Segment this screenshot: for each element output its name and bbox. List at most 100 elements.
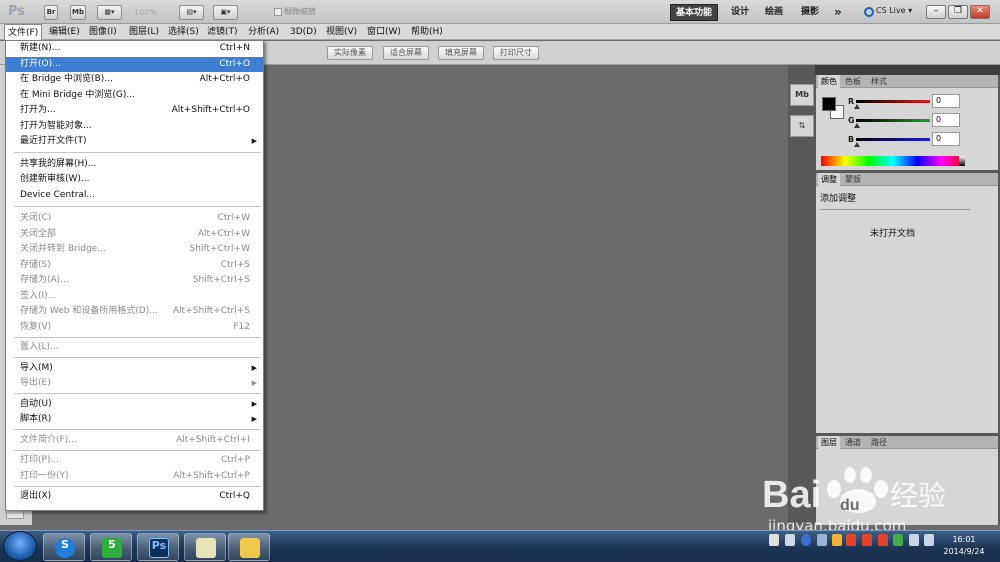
menu-image[interactable]: 图像(I) bbox=[86, 24, 120, 40]
tray-security-icon[interactable] bbox=[893, 534, 903, 546]
file-menu-item[interactable]: 退出(X) Ctrl+Q bbox=[6, 489, 263, 504]
file-menu-item[interactable]: 共享我的屏幕(H)... bbox=[6, 157, 263, 172]
menu-window[interactable]: 窗口(W) bbox=[364, 24, 404, 40]
file-menu-item: 打印(P)... Ctrl+P bbox=[6, 453, 263, 468]
red-value-field[interactable]: 0 bbox=[932, 94, 960, 108]
blue-slider[interactable] bbox=[856, 138, 930, 141]
menu-separator bbox=[14, 449, 261, 451]
tab-adjustments[interactable]: 调整 bbox=[818, 173, 840, 186]
fill-screen-button[interactable]: 填充屏幕 bbox=[438, 46, 484, 60]
foreground-color-swatch[interactable] bbox=[822, 97, 836, 111]
blue-slider-thumb[interactable] bbox=[854, 142, 860, 147]
file-menu-item[interactable]: 新建(N)... Ctrl+N bbox=[6, 41, 263, 56]
red-slider-thumb[interactable] bbox=[854, 104, 860, 109]
tray-network-icon[interactable] bbox=[909, 534, 919, 546]
tray-qq-icon-1[interactable] bbox=[846, 534, 856, 546]
tab-channels[interactable]: 通道 bbox=[842, 436, 864, 449]
scrubby-zoom-checkbox[interactable] bbox=[274, 8, 282, 16]
workspace-photography[interactable]: 摄影 bbox=[796, 4, 824, 21]
green-slider[interactable] bbox=[856, 119, 930, 122]
menu-item-shortcut: Alt+Shift+Ctrl+O bbox=[171, 105, 250, 115]
taskbar-photoshop[interactable]: Ps bbox=[137, 533, 179, 561]
launch-bridge-button[interactable]: Br bbox=[44, 5, 58, 20]
tab-color[interactable]: 颜色 bbox=[818, 75, 840, 88]
blue-value-field[interactable]: 0 bbox=[932, 132, 960, 146]
menu-filter[interactable]: 滤镜(T) bbox=[204, 24, 241, 40]
tray-qq-icon-3[interactable] bbox=[878, 534, 888, 546]
launch-mini-bridge-button[interactable]: Mb bbox=[70, 5, 86, 20]
menu-help[interactable]: 帮助(H) bbox=[408, 24, 446, 40]
tab-paths[interactable]: 路径 bbox=[868, 436, 890, 449]
grayscale-ramp[interactable] bbox=[959, 156, 965, 166]
taskbar-explorer[interactable] bbox=[228, 533, 270, 561]
taskbar-green-app[interactable]: 5 bbox=[90, 533, 132, 561]
tray-keyboard-icon[interactable] bbox=[785, 534, 795, 546]
actual-pixels-button[interactable]: 实际像素 bbox=[327, 46, 373, 60]
tab-layers[interactable]: 图层 bbox=[818, 436, 840, 449]
start-button[interactable] bbox=[3, 531, 37, 561]
menu-file[interactable]: 文件(F) bbox=[4, 24, 43, 40]
minimize-button[interactable]: – bbox=[926, 5, 946, 19]
menu-analysis[interactable]: 分析(A) bbox=[245, 24, 282, 40]
more-workspaces-button[interactable]: » bbox=[829, 4, 847, 21]
cs-live-button[interactable]: CS Live ▾ bbox=[876, 6, 912, 15]
view-extras-button[interactable]: ▦▾ bbox=[97, 5, 122, 20]
menu-item-label: 退出(X) bbox=[20, 491, 52, 501]
menu-separator bbox=[14, 429, 261, 430]
clock-date: 2014/9/24 bbox=[943, 547, 985, 556]
file-menu-item[interactable]: 打开(O)... Ctrl+O bbox=[6, 56, 263, 72]
file-menu-item: 签入(I)... bbox=[6, 289, 263, 304]
file-menu-item[interactable]: Device Central... bbox=[6, 188, 263, 203]
file-menu-item[interactable]: 在 Bridge 中浏览(B)... Alt+Ctrl+O bbox=[6, 72, 263, 87]
color-spectrum-bar[interactable] bbox=[821, 156, 965, 166]
svg-text:Bai: Bai bbox=[762, 474, 821, 516]
fit-screen-button[interactable]: 适合屏幕 bbox=[383, 46, 429, 60]
file-menu-item[interactable]: 最近打开文件(T) ▶ bbox=[6, 134, 263, 149]
file-menu-item[interactable]: 创建新审核(W)... bbox=[6, 172, 263, 187]
menu-item-shortcut: Ctrl+P bbox=[221, 455, 250, 465]
menu-layer[interactable]: 图层(L) bbox=[126, 24, 162, 40]
tray-show-hidden-icon[interactable] bbox=[832, 534, 842, 546]
file-menu-item[interactable]: 自动(U) ▶ bbox=[6, 397, 263, 412]
tab-masks[interactable]: 蒙版 bbox=[842, 173, 864, 186]
tray-help-icon[interactable] bbox=[801, 534, 811, 546]
file-menu-item[interactable]: 导入(M) ▶ bbox=[6, 361, 263, 376]
file-menu-item[interactable]: 在 Mini Bridge 中浏览(G)... bbox=[6, 88, 263, 103]
tray-notepad-icon[interactable] bbox=[769, 534, 779, 546]
tab-styles[interactable]: 样式 bbox=[868, 75, 890, 88]
menu-item-shortcut: Alt+Shift+Ctrl+S bbox=[173, 306, 250, 316]
menu-item-label: 自动(U) bbox=[20, 398, 52, 409]
zoom-level[interactable]: 100% bbox=[134, 8, 157, 17]
menu-item-shortcut: Alt+Shift+Ctrl+P bbox=[173, 470, 250, 481]
menu-item-label: 关闭(C) bbox=[20, 213, 52, 223]
file-menu-item[interactable]: 打开为智能对象... bbox=[6, 119, 263, 134]
tray-settings-icon[interactable] bbox=[817, 534, 827, 546]
menu-select[interactable]: 选择(S) bbox=[165, 24, 202, 40]
menu-edit[interactable]: 编辑(E) bbox=[46, 24, 83, 40]
taskbar-clock[interactable]: 16:01 2014/9/24 bbox=[938, 534, 990, 558]
taskbar-image-viewer[interactable] bbox=[184, 533, 226, 561]
green-value-field[interactable]: 0 bbox=[932, 113, 960, 127]
green-slider-thumb[interactable] bbox=[854, 123, 860, 128]
taskbar-sogou[interactable]: S bbox=[43, 533, 85, 561]
menu-item-label: 导入(M) bbox=[20, 362, 53, 373]
workspace-design[interactable]: 设计 bbox=[726, 4, 754, 21]
workspace-essentials[interactable]: 基本功能 bbox=[670, 4, 719, 21]
menu-3d[interactable]: 3D(D) bbox=[287, 24, 320, 40]
tray-volume-icon[interactable] bbox=[924, 534, 934, 546]
menu-item-label: 在 Bridge 中浏览(B)... bbox=[20, 74, 113, 84]
restore-button[interactable]: ❐ bbox=[948, 5, 968, 19]
file-menu-item[interactable]: 脚本(R) ▶ bbox=[6, 412, 263, 427]
file-menu-item[interactable]: 打开为... Alt+Shift+Ctrl+O bbox=[6, 103, 263, 118]
mini-bridge-dock-icon[interactable]: Mb bbox=[790, 84, 814, 106]
menu-view[interactable]: 视图(V) bbox=[323, 24, 360, 40]
close-button[interactable]: ✕ bbox=[970, 5, 990, 19]
print-size-button[interactable]: 打印尺寸 bbox=[493, 46, 539, 60]
arrange-documents-button[interactable]: ▤▾ bbox=[179, 5, 204, 20]
tab-swatches[interactable]: 色板 bbox=[842, 75, 864, 88]
tray-qq-icon-2[interactable] bbox=[862, 534, 872, 546]
history-dock-icon[interactable]: ⇅ bbox=[790, 115, 814, 137]
screen-mode-button[interactable]: ▣▾ bbox=[213, 5, 238, 20]
workspace-painting[interactable]: 绘画 bbox=[760, 4, 788, 21]
red-slider[interactable] bbox=[856, 100, 930, 103]
